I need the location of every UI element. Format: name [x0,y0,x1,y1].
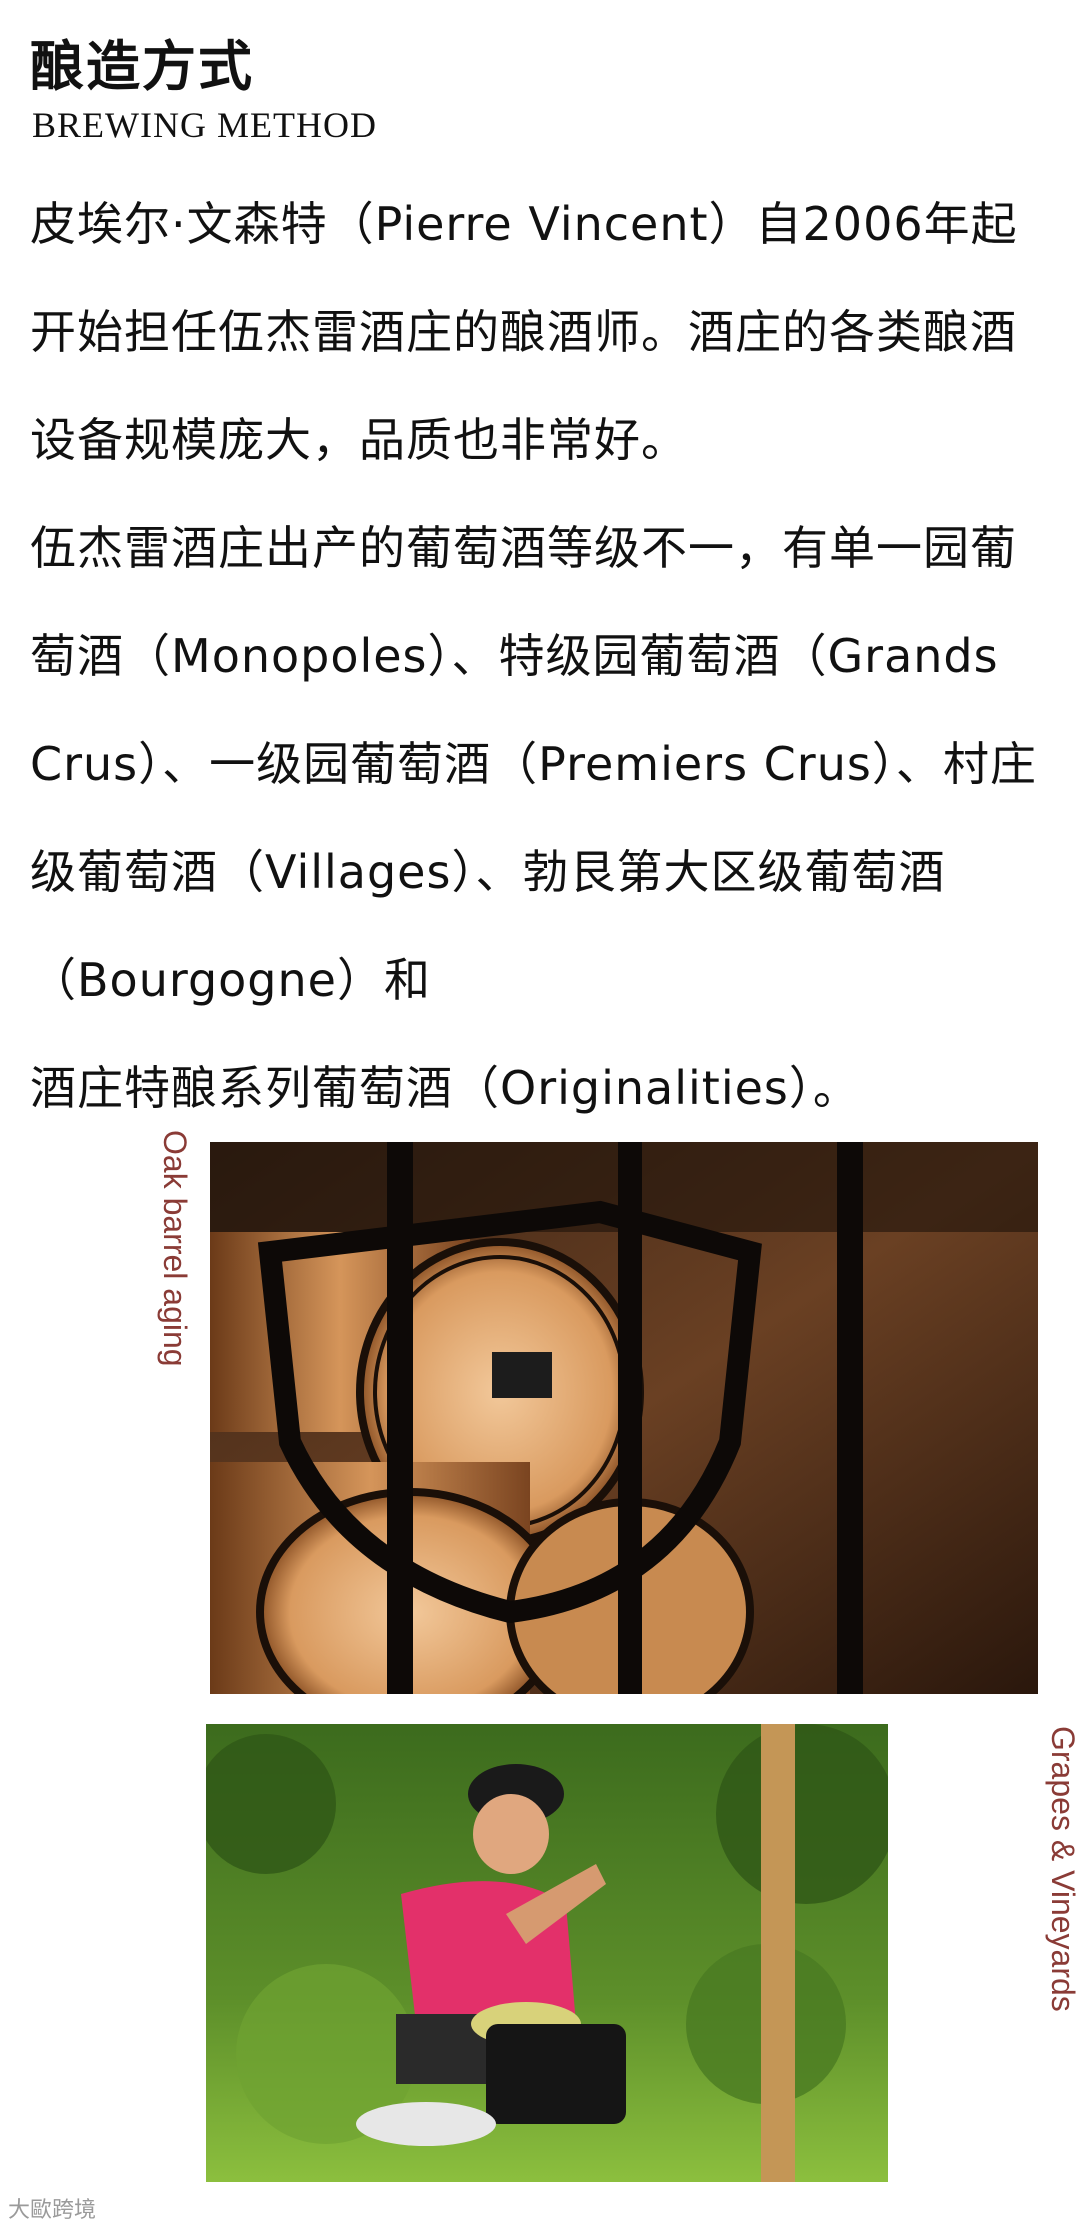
watermark: 大歐跨境 [8,2198,97,2223]
vineyard-photo [206,1724,888,2182]
oak-barrel-photo [210,1142,1038,1694]
page-title: 酿造方式 [30,35,254,98]
paragraph-winemaker: 皮埃尔·文森特（Pierre Vincent）自2006年起开始担任伍杰雷酒庄的… [30,197,1018,467]
paragraph-wine-grades: 伍杰雷酒庄出产的葡萄酒等级不一，有单一园葡萄酒（Monopoles）、特级园葡萄… [30,521,1037,1007]
barrel-caption: Oak barrel aging [157,1130,193,1367]
vineyard-caption: Grapes & Vineyards [1045,1726,1080,2012]
page-subtitle: BREWING METHOD [32,105,377,145]
paragraph-originalities: 酒庄特酿系列葡萄酒（Originalities）。 [30,1061,860,1115]
article-body: 皮埃尔·文森特（Pierre Vincent）自2006年起开始担任伍杰雷酒庄的… [30,170,1060,1142]
